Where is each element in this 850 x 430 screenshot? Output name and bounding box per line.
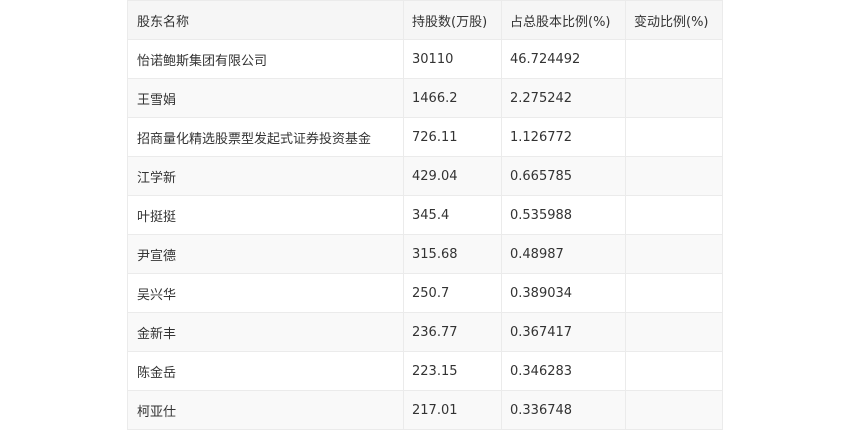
cell-change-ratio	[625, 156, 723, 196]
cell-shareholder-name: 江学新	[127, 156, 404, 196]
cell-change-ratio	[625, 117, 723, 157]
cell-shareholder-name: 招商量化精选股票型发起式证券投资基金	[127, 117, 404, 157]
table-row: 吴兴华 250.7 0.389034	[127, 273, 723, 313]
cell-share-ratio: 1.126772	[501, 117, 626, 157]
cell-shareholder-name: 陈金岳	[127, 351, 404, 391]
cell-shareholder-name: 尹宣德	[127, 234, 404, 274]
table-row: 王雪娟 1466.2 2.275242	[127, 78, 723, 118]
cell-share-ratio: 0.389034	[501, 273, 626, 313]
cell-change-ratio	[625, 312, 723, 352]
cell-share-ratio: 0.48987	[501, 234, 626, 274]
table-row: 招商量化精选股票型发起式证券投资基金 726.11 1.126772	[127, 117, 723, 157]
header-share-ratio: 占总股本比例(%)	[501, 0, 626, 40]
cell-shareholder-name: 柯亚仕	[127, 390, 404, 430]
cell-shareholder-name: 怡诺鲍斯集团有限公司	[127, 39, 404, 79]
cell-share-ratio: 0.367417	[501, 312, 626, 352]
cell-change-ratio	[625, 195, 723, 235]
cell-shareholder-name: 王雪娟	[127, 78, 404, 118]
cell-shares-held: 315.68	[403, 234, 502, 274]
table-header-row: 股东名称 持股数(万股) 占总股本比例(%) 变动比例(%)	[127, 0, 723, 40]
cell-shares-held: 429.04	[403, 156, 502, 196]
cell-change-ratio	[625, 390, 723, 430]
cell-share-ratio: 0.336748	[501, 390, 626, 430]
table-row: 陈金岳 223.15 0.346283	[127, 351, 723, 391]
cell-change-ratio	[625, 78, 723, 118]
cell-change-ratio	[625, 39, 723, 79]
cell-shares-held: 1466.2	[403, 78, 502, 118]
cell-shares-held: 250.7	[403, 273, 502, 313]
header-shareholder-name: 股东名称	[127, 0, 404, 40]
table-row: 江学新 429.04 0.665785	[127, 156, 723, 196]
cell-shareholder-name: 吴兴华	[127, 273, 404, 313]
table-row: 怡诺鲍斯集团有限公司 30110 46.724492	[127, 39, 723, 79]
shareholder-table-container: 股东名称 持股数(万股) 占总股本比例(%) 变动比例(%) 怡诺鲍斯集团有限公…	[127, 0, 723, 430]
cell-share-ratio: 0.346283	[501, 351, 626, 391]
header-shares-held: 持股数(万股)	[403, 0, 502, 40]
cell-shares-held: 217.01	[403, 390, 502, 430]
table-row: 金新丰 236.77 0.367417	[127, 312, 723, 352]
cell-shares-held: 236.77	[403, 312, 502, 352]
cell-change-ratio	[625, 234, 723, 274]
cell-shareholder-name: 叶挺挺	[127, 195, 404, 235]
cell-shares-held: 223.15	[403, 351, 502, 391]
cell-shareholder-name: 金新丰	[127, 312, 404, 352]
cell-change-ratio	[625, 351, 723, 391]
cell-shares-held: 726.11	[403, 117, 502, 157]
cell-share-ratio: 46.724492	[501, 39, 626, 79]
table-row: 柯亚仕 217.01 0.336748	[127, 390, 723, 430]
table-row: 叶挺挺 345.4 0.535988	[127, 195, 723, 235]
cell-share-ratio: 0.535988	[501, 195, 626, 235]
shareholder-table: 股东名称 持股数(万股) 占总股本比例(%) 变动比例(%) 怡诺鲍斯集团有限公…	[127, 0, 723, 430]
header-change-ratio: 变动比例(%)	[625, 0, 723, 40]
cell-shares-held: 345.4	[403, 195, 502, 235]
cell-share-ratio: 2.275242	[501, 78, 626, 118]
cell-shares-held: 30110	[403, 39, 502, 79]
table-row: 尹宣德 315.68 0.48987	[127, 234, 723, 274]
cell-share-ratio: 0.665785	[501, 156, 626, 196]
cell-change-ratio	[625, 273, 723, 313]
